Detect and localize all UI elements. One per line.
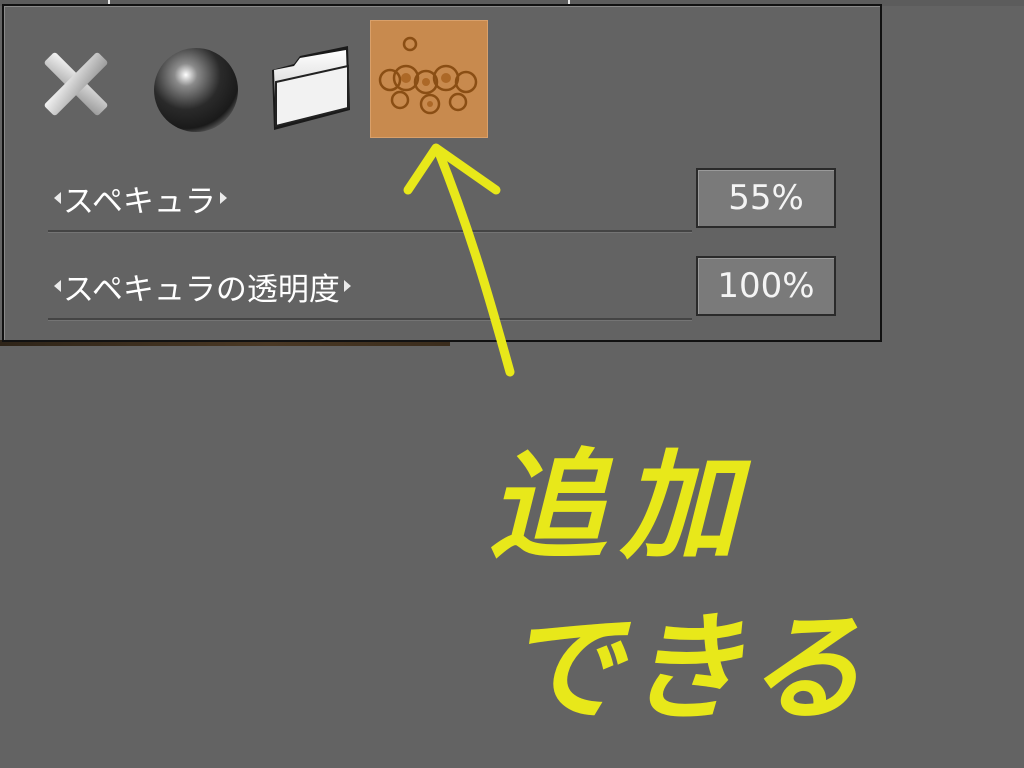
- folder-icon[interactable]: [264, 44, 360, 134]
- material-panel: スペキュラ 55% スペキュラの透明度 100%: [2, 4, 882, 342]
- slider-track[interactable]: [48, 318, 692, 321]
- increment-arrow-icon: [219, 192, 227, 204]
- decrement-arrow-icon: [54, 192, 61, 204]
- specular-opacity-label-text: スペキュラの透明度: [63, 271, 340, 308]
- specular-label-text: スペキュラ: [63, 183, 216, 220]
- slider-track[interactable]: [48, 230, 692, 233]
- sphere-icon[interactable]: [150, 44, 242, 136]
- specular-row: スペキュラ 55%: [48, 166, 848, 233]
- annotation-text-line2: できる: [504, 599, 868, 737]
- close-icon[interactable]: [38, 48, 114, 120]
- decrement-arrow-icon: [54, 280, 61, 292]
- specular-label[interactable]: スペキュラ: [54, 178, 227, 220]
- texture-thumbnail-icon[interactable]: [370, 20, 488, 138]
- increment-arrow-icon: [343, 280, 351, 292]
- specular-opacity-row: スペキュラの透明度 100%: [48, 254, 848, 321]
- app-stage: スペキュラ 55% スペキュラの透明度 100% 追加 できる: [0, 0, 1024, 768]
- specular-opacity-value-field[interactable]: 100%: [696, 256, 836, 316]
- specular-opacity-label[interactable]: スペキュラの透明度: [54, 266, 351, 308]
- annotation-text-line1: 追加: [488, 437, 753, 575]
- specular-value-field[interactable]: 55%: [696, 168, 836, 228]
